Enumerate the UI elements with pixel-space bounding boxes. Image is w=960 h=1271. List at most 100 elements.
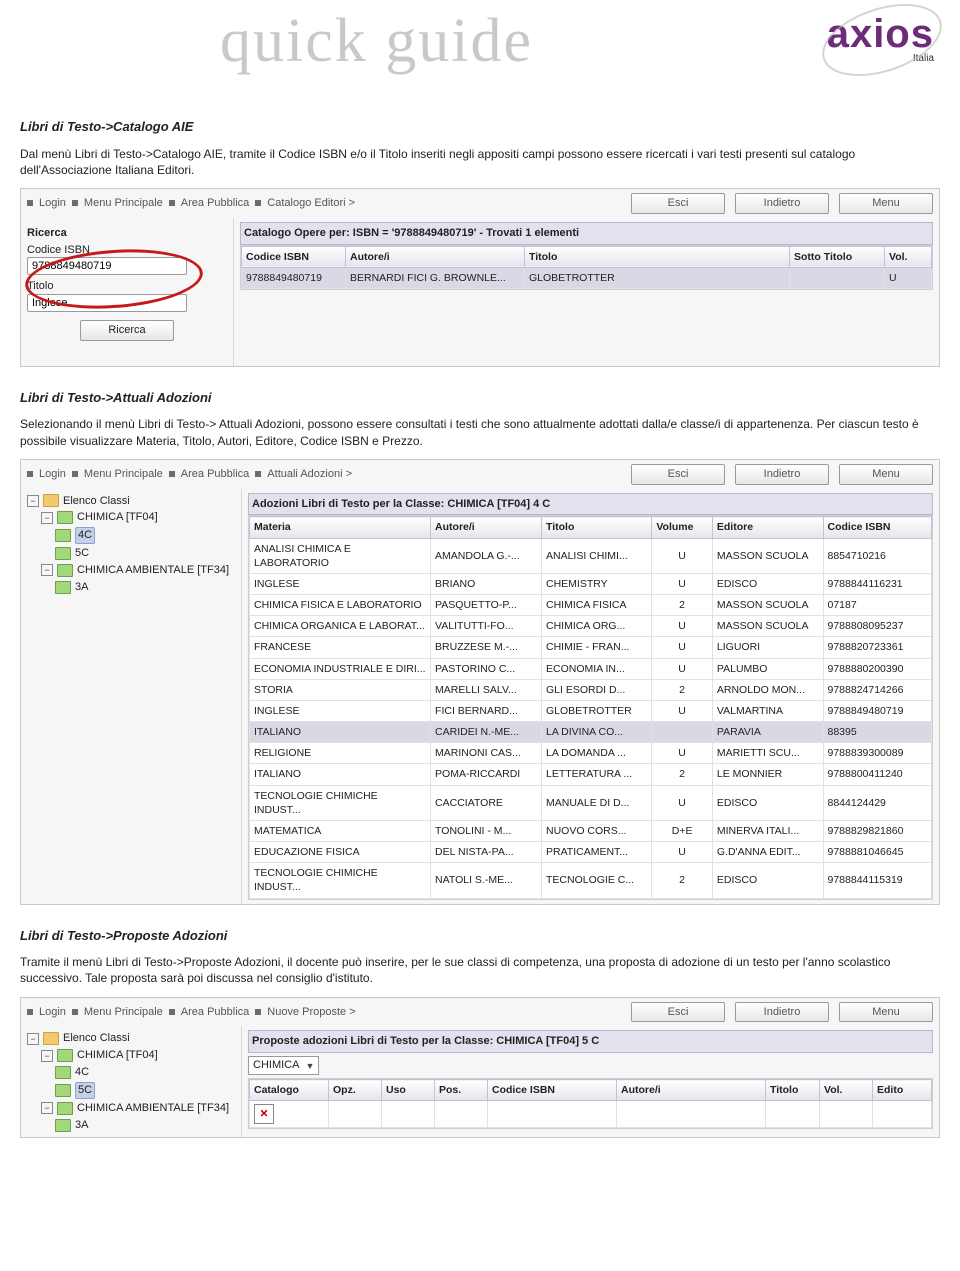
grid-title: Proposte adozioni Libri di Testo per la … <box>248 1030 933 1053</box>
collapse-icon[interactable]: − <box>27 1033 39 1045</box>
col-titolo[interactable]: Titolo <box>766 1080 820 1101</box>
table-row[interactable]: FRANCESEBRUZZESE M.-...CHIMIE - FRAN...U… <box>250 637 932 658</box>
group-icon <box>57 1102 73 1115</box>
col-materia[interactable]: Materia <box>250 517 431 538</box>
table-row[interactable]: MATEMATICATONOLINI - M...NUOVO CORS...D+… <box>250 820 932 841</box>
ricerca-panel: Ricerca Codice ISBN Titolo Ricerca <box>21 218 234 366</box>
screenshot-catalogo: Login Menu Principale Area Pubblica Cata… <box>20 188 940 367</box>
tree-leaf[interactable]: 4C <box>75 527 95 544</box>
indietro-button[interactable]: Indietro <box>735 193 829 214</box>
section2-title: Libri di Testo->Attuali Adozioni <box>20 389 940 407</box>
col-isbn[interactable]: Codice ISBN <box>242 246 346 267</box>
col-editore[interactable]: Edito <box>873 1080 932 1101</box>
class-icon <box>55 547 71 560</box>
esci-button[interactable]: Esci <box>631 464 725 485</box>
brand-logo: axios Italia <box>827 12 934 64</box>
tree-leaf[interactable]: 4C <box>75 1065 89 1080</box>
col-editore[interactable]: Editore <box>712 517 823 538</box>
crumb-icon <box>72 471 78 477</box>
table-row[interactable]: ITALIANOPOMA-RICCARDILETTERATURA ...2LE … <box>250 764 932 785</box>
tree-node[interactable]: CHIMICA AMBIENTALE [TF34] <box>77 563 229 578</box>
col-autore[interactable]: Autore/i <box>617 1080 766 1101</box>
table-row[interactable]: CHIMICA FISICA E LABORATORIOPASQUETTO-P.… <box>250 595 932 616</box>
table-row[interactable]: STORIAMARELLI SALV...GLI ESORDI D...2ARN… <box>250 679 932 700</box>
materia-dropdown[interactable]: CHIMICA▼ <box>248 1056 319 1075</box>
class-icon <box>55 1066 71 1079</box>
tree-leaf[interactable]: 3A <box>75 1118 88 1133</box>
col-vol[interactable]: Vol. <box>820 1080 873 1101</box>
table-row[interactable]: 9788849480719BERNARDI FICI G. BROWNLE...… <box>242 267 932 288</box>
crumb-icon <box>169 200 175 206</box>
esci-button[interactable]: Esci <box>631 193 725 214</box>
col-titolo[interactable]: Titolo <box>525 246 790 267</box>
collapse-icon[interactable]: − <box>41 1050 53 1062</box>
crumb-icon <box>169 471 175 477</box>
tree-root[interactable]: Elenco Classi <box>63 1031 130 1046</box>
collapse-icon[interactable]: − <box>41 564 53 576</box>
col-sotto[interactable]: Sotto Titolo <box>790 246 885 267</box>
delete-icon[interactable]: ✕ <box>254 1104 274 1124</box>
adozioni-grid: Materia Autore/i Titolo Volume Editore C… <box>249 516 932 898</box>
table-row[interactable]: ANALISI CHIMICA E LABORATORIOAMANDOLA G.… <box>250 538 932 573</box>
tree-node[interactable]: CHIMICA [TF04] <box>77 510 158 525</box>
col-titolo[interactable]: Titolo <box>542 517 652 538</box>
tree-root[interactable]: Elenco Classi <box>63 494 130 509</box>
table-row[interactable]: INGLESEFICI BERNARD...GLOBETROTTERUVALMA… <box>250 700 932 721</box>
menu-button[interactable]: Menu <box>839 1002 933 1023</box>
quick-guide-logo: quick guide <box>220 6 533 77</box>
indietro-button[interactable]: Indietro <box>735 464 829 485</box>
table-row[interactable]: TECNOLOGIE CHIMICHE INDUST...CACCIATOREM… <box>250 785 932 820</box>
table-row[interactable]: TECNOLOGIE CHIMICHE INDUST...NATOLI S.-M… <box>250 863 932 898</box>
header: quick guide axios Italia <box>20 10 940 96</box>
table-row[interactable]: RELIGIONEMARINONI CAS...LA DOMANDA ...UM… <box>250 743 932 764</box>
menu-button[interactable]: Menu <box>839 193 933 214</box>
col-catalogo[interactable]: Catalogo <box>250 1080 329 1101</box>
collapse-icon[interactable]: − <box>27 495 39 507</box>
titolo-input[interactable] <box>27 294 187 312</box>
screenshot-adozioni: Login Menu Principale Area Pubblica Attu… <box>20 459 940 905</box>
table-row[interactable]: INGLESEBRIANOCHEMISTRYUEDISCO97888441162… <box>250 573 932 594</box>
crumb-icon <box>255 471 261 477</box>
col-uso[interactable]: Uso <box>382 1080 435 1101</box>
breadcrumb: Login Menu Principale Area Pubblica Attu… <box>21 460 939 489</box>
class-icon <box>55 529 71 542</box>
col-autore[interactable]: Autore/i <box>431 517 542 538</box>
section1-title: Libri di Testo->Catalogo AIE <box>20 118 940 136</box>
tree-leaf[interactable]: 5C <box>75 1082 95 1099</box>
tree-leaf[interactable]: 5C <box>75 546 89 561</box>
table-row[interactable]: ECONOMIA INDUSTRIALE E DIRI...PASTORINO … <box>250 658 932 679</box>
col-autore[interactable]: Autore/i <box>346 246 525 267</box>
col-isbn[interactable]: Codice ISBN <box>488 1080 617 1101</box>
esci-button[interactable]: Esci <box>631 1002 725 1023</box>
col-opz[interactable]: Opz. <box>329 1080 382 1101</box>
collapse-icon[interactable]: − <box>41 1102 53 1114</box>
table-row[interactable]: EDUCAZIONE FISICADEL NISTA-PA...PRATICAM… <box>250 842 932 863</box>
indietro-button[interactable]: Indietro <box>735 1002 829 1023</box>
table-row[interactable]: ✕ <box>250 1101 932 1128</box>
folder-icon <box>43 1032 59 1045</box>
col-volume[interactable]: Volume <box>652 517 713 538</box>
tree-node[interactable]: CHIMICA AMBIENTALE [TF34] <box>77 1101 229 1116</box>
col-isbn[interactable]: Codice ISBN <box>823 517 932 538</box>
ricerca-button[interactable]: Ricerca <box>80 320 174 341</box>
col-pos[interactable]: Pos. <box>435 1080 488 1101</box>
table-row[interactable]: ITALIANOCARIDEI N.-ME...LA DIVINA CO...P… <box>250 722 932 743</box>
table-row[interactable]: CHIMICA ORGANICA E LABORAT...VALITUTTI-F… <box>250 616 932 637</box>
tree-leaf[interactable]: 3A <box>75 580 88 595</box>
breadcrumb: Login Menu Principale Area Pubblica Cata… <box>21 189 939 218</box>
menu-button[interactable]: Menu <box>839 464 933 485</box>
tree-node[interactable]: CHIMICA [TF04] <box>77 1048 158 1063</box>
screenshot-proposte: Login Menu Principale Area Pubblica Nuov… <box>20 997 940 1139</box>
crumb-icon <box>255 1009 261 1015</box>
group-icon <box>57 1049 73 1062</box>
class-icon <box>55 1119 71 1132</box>
titolo-label: Titolo <box>27 279 227 294</box>
col-vol[interactable]: Vol. <box>885 246 932 267</box>
catalogo-grid: Codice ISBN Autore/i Titolo Sotto Titolo… <box>241 246 932 289</box>
crumb-icon <box>27 1009 33 1015</box>
group-icon <box>57 511 73 524</box>
section2-text: Selezionando il menù Libri di Testo-> At… <box>20 416 940 448</box>
collapse-icon[interactable]: − <box>41 512 53 524</box>
codice-isbn-input[interactable] <box>27 257 187 275</box>
class-tree: −Elenco Classi −CHIMICA [TF04] 4C 5C −CH… <box>21 1026 242 1137</box>
